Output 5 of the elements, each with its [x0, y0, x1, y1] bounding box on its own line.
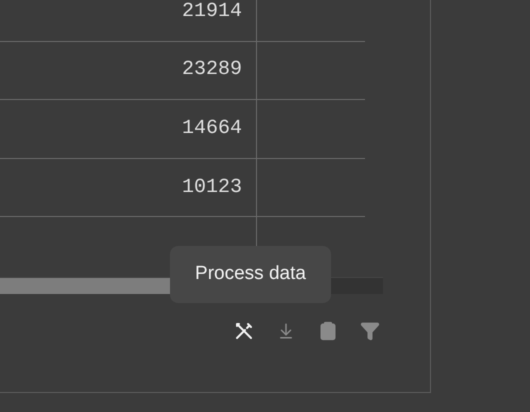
table-cell-text: 23289: [182, 57, 242, 84]
table-cell-text: 14664: [182, 116, 242, 142]
tooltip: Process data: [170, 246, 331, 303]
table-cell-text: 10123: [182, 174, 242, 201]
table-cell-text: 21914: [182, 0, 242, 25]
